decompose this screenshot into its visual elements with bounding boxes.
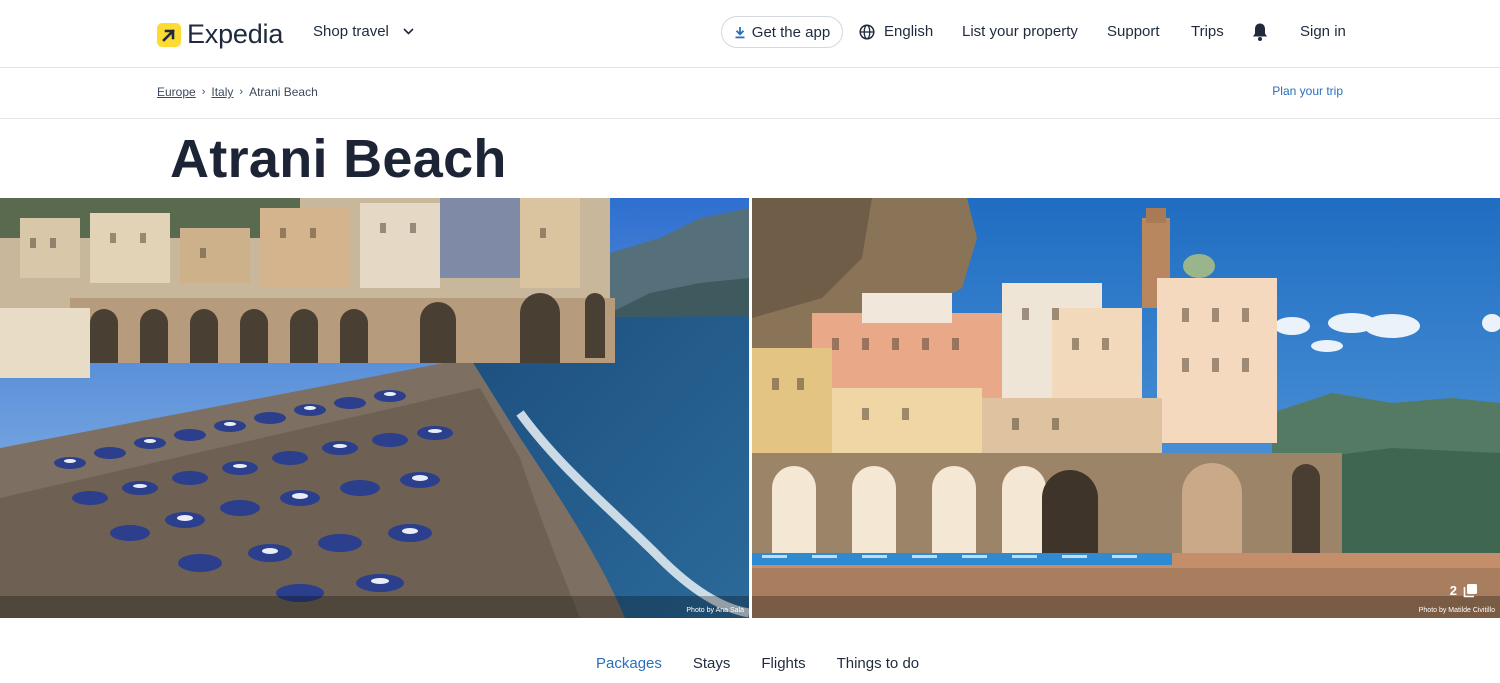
expedia-logo[interactable]: Expedia <box>157 19 283 50</box>
gallery-photo-beach[interactable]: Photo by Ana Sala <box>0 198 749 618</box>
chevron-right-icon: › <box>239 86 244 98</box>
breadcrumb-current: Atrani Beach <box>249 85 318 99</box>
globe-icon <box>859 23 875 40</box>
language-label: English <box>884 23 934 40</box>
photo-count-badge[interactable]: 2 <box>1450 583 1478 598</box>
list-your-property-link[interactable]: List your property <box>962 23 1078 40</box>
notifications-bell-icon[interactable] <box>1251 22 1269 47</box>
breadcrumb-italy[interactable]: Italy <box>211 85 233 99</box>
tab-things-to-do[interactable]: Things to do <box>837 655 920 672</box>
sign-in-link[interactable]: Sign in <box>1300 23 1346 40</box>
gallery-stack-icon <box>1463 584 1477 598</box>
get-the-app-button[interactable]: Get the app <box>721 16 843 48</box>
shop-travel-menu[interactable]: Shop travel <box>313 23 414 40</box>
shop-travel-label: Shop travel <box>313 23 389 40</box>
breadcrumb-europe[interactable]: Europe <box>157 85 196 99</box>
download-icon <box>735 26 745 38</box>
photo-count: 2 <box>1449 583 1457 598</box>
logo-text: Expedia <box>187 19 284 49</box>
photo-credit: Photo by Ana Sala <box>686 607 744 614</box>
tab-stays[interactable]: Stays <box>693 655 731 672</box>
breadcrumb-bar: Europe › Italy › Atrani Beach Plan your … <box>0 69 1500 119</box>
page-title: Atrani Beach <box>170 129 507 189</box>
breadcrumb: Europe › Italy › Atrani Beach <box>157 85 318 99</box>
chevron-right-icon: › <box>201 86 206 98</box>
tab-flights[interactable]: Flights <box>761 655 805 672</box>
site-header: Expedia Shop travel Get the app English … <box>0 0 1500 68</box>
get-the-app-label: Get the app <box>751 23 831 41</box>
photo-credit: Photo by Matilde Civitillo <box>1418 607 1495 614</box>
logo-arrow-icon <box>157 22 181 47</box>
tab-packages[interactable]: Packages <box>596 655 662 672</box>
language-selector[interactable]: English <box>859 23 933 40</box>
support-link[interactable]: Support <box>1107 23 1160 40</box>
gallery-photo-town[interactable]: 2 Photo by Matilde Civitillo <box>752 198 1500 618</box>
section-tabs: Packages Stays Flights Things to do <box>596 655 919 672</box>
plan-your-trip-link[interactable]: Plan your trip <box>1272 84 1343 98</box>
chevron-down-icon <box>403 28 414 35</box>
trips-link[interactable]: Trips <box>1191 23 1224 40</box>
